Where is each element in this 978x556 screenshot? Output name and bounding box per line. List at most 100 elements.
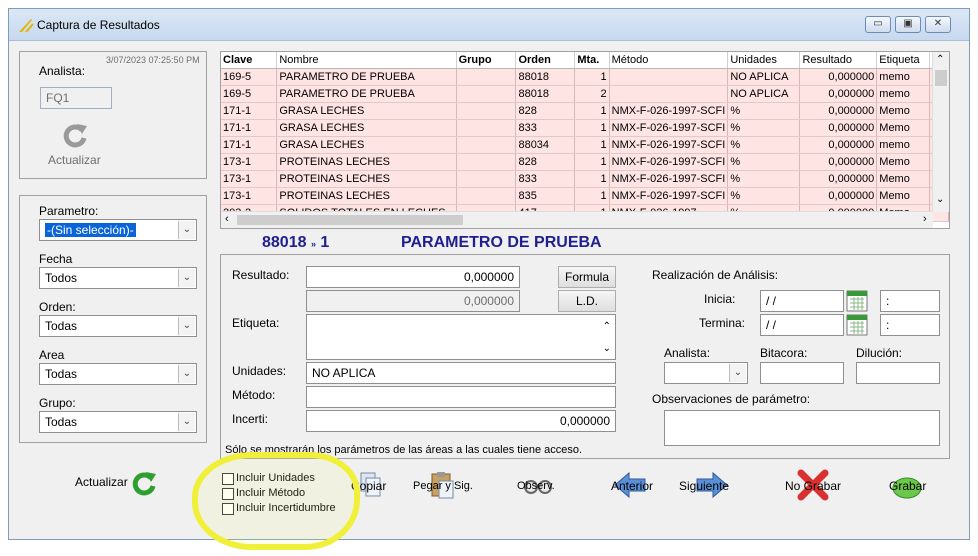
incluir-unidades-checkbox[interactable] [222,473,234,485]
scroll-left-icon[interactable]: ‹ [225,213,229,225]
column-header[interactable]: Clave [221,52,278,69]
table-cell[interactable]: % [727,170,801,188]
table-cell[interactable] [456,153,517,171]
table-cell[interactable]: 0,000000 [799,187,878,205]
table-cell[interactable]: 0,000000 [799,68,878,86]
maximize-icon[interactable]: ▣ [895,16,921,33]
table-cell[interactable]: PROTEINAS LECHES [276,153,457,171]
scroll-up-icon[interactable]: ⌃ [936,54,944,65]
metodo-field[interactable] [306,386,616,408]
termina-time-field[interactable]: : [880,314,940,336]
table-cell[interactable]: PROTEINAS LECHES [276,187,457,205]
orden-select[interactable]: Todas ⌄ [39,315,197,337]
table-row[interactable]: 171-1 GRASA LECHES 828 1 NMX-F-026-1997-SCFI… [221,102,949,120]
table-cell[interactable]: 173-1 [221,153,278,171]
refresh-icon[interactable] [129,468,159,498]
column-header[interactable]: Etiqueta [876,52,930,69]
table-cell[interactable]: Memo [876,153,930,171]
column-header[interactable]: Método [609,52,729,69]
table-cell[interactable]: 833 [515,170,576,188]
chevron-down-icon[interactable]: ⌄ [178,317,195,335]
table-cell[interactable]: % [727,119,801,137]
chevron-down-icon[interactable]: ⌄ [178,365,195,383]
table-cell[interactable]: 171-1 [221,102,278,120]
chevron-down-icon[interactable]: ⌄ [178,221,195,239]
incluir-incertidumbre-label[interactable]: Incluir Incertidumbre [236,502,336,514]
incluir-unidades-label[interactable]: Incluir Unidades [236,472,315,484]
table-cell[interactable]: memo [876,136,930,154]
table-cell[interactable]: 1 [574,187,610,205]
table-cell[interactable]: 0,000000 [799,170,878,188]
table-cell[interactable]: NO APLICA [727,85,801,103]
table-cell[interactable]: NO APLICA [727,68,801,86]
table-cell[interactable]: 0,000000 [799,153,878,171]
table-row[interactable]: 171-1 GRASA LECHES 833 1 NMX-F-026-1997-SCFI… [221,119,949,137]
table-cell[interactable]: 2 [574,85,610,103]
title-bar[interactable]: Captura de Resultados ▭ ▣ ✕ [9,9,969,41]
fecha-select[interactable]: Todos ⌄ [39,267,197,289]
scroll-right-icon[interactable]: › [923,213,927,225]
table-cell[interactable] [456,85,517,103]
inicia-date-field[interactable]: / / [760,290,844,312]
chevron-down-icon[interactable]: ⌄ [178,413,195,431]
column-header[interactable]: Mta. [574,52,610,69]
table-cell[interactable] [456,187,517,205]
analista-detail-select[interactable]: ⌄ [664,362,748,384]
table-cell[interactable]: GRASA LECHES [276,119,457,137]
table-cell[interactable]: 171-1 [221,119,278,137]
table-cell[interactable] [456,102,517,120]
incerti-field[interactable]: 0,000000 [306,410,616,432]
table-row[interactable]: 173-1 PROTEINAS LECHES 828 1 NMX-F-026-1997-… [221,153,949,171]
table-cell[interactable]: GRASA LECHES [276,136,457,154]
table-cell[interactable] [456,170,517,188]
table-cell[interactable]: NMX-F-026-1997-SCFI [609,153,729,171]
table-cell[interactable]: Memo [876,187,930,205]
table-cell[interactable]: 0,000000 [799,85,878,103]
table-cell[interactable]: memo [876,85,930,103]
table-cell[interactable]: 833 [515,119,576,137]
table-cell[interactable]: 1 [574,119,610,137]
actualizar-bottom-label[interactable]: Actualizar [75,475,128,489]
grabar-button[interactable]: Grabar [889,477,926,499]
area-select[interactable]: Todas ⌄ [39,363,197,385]
horizontal-scrollbar[interactable]: ‹ › [221,211,933,228]
table-cell[interactable]: PARAMETRO DE PRUEBA [276,85,457,103]
table-cell[interactable]: 1 [574,102,610,120]
actualizar-top-label[interactable]: Actualizar [48,153,101,167]
table-cell[interactable]: % [727,136,801,154]
resultado-ld-field[interactable]: 0,000000 [306,290,520,312]
calendar-icon[interactable] [846,290,868,312]
scroll-thumb[interactable] [935,70,947,86]
chevron-down-icon[interactable]: ⌄ [729,364,746,382]
table-cell[interactable]: NMX-F-026-1997-SCFI [609,119,729,137]
anterior-button[interactable]: Anterior [611,471,653,499]
table-cell[interactable]: Memo [876,102,930,120]
termina-date-field[interactable]: / / [760,314,844,336]
table-row[interactable]: 171-1 GRASA LECHES 88034 1 NMX-F-026-1997-SC… [221,136,949,154]
table-cell[interactable] [456,119,517,137]
formula-button[interactable]: Formula [558,266,616,288]
table-cell[interactable]: 169-5 [221,85,278,103]
table-cell[interactable]: 828 [515,102,576,120]
ld-button[interactable]: L.D. [558,290,616,312]
column-header[interactable]: Resultado [799,52,878,69]
chevron-down-icon[interactable]: ⌄ [178,269,195,287]
vertical-scrollbar[interactable]: ⌃ ⌄ [932,52,949,212]
column-header[interactable]: Orden [515,52,576,69]
results-grid[interactable]: Clave Nombre Grupo Orden Mta. Método Uni… [220,51,950,229]
table-cell[interactable]: 828 [515,153,576,171]
hscroll-thumb[interactable] [237,215,463,225]
table-cell[interactable]: 173-1 [221,187,278,205]
close-icon[interactable]: ✕ [925,16,951,33]
parametro-select[interactable]: -(Sin selección)- ⌄ [39,219,197,241]
grupo-select[interactable]: Todas ⌄ [39,411,197,433]
incluir-metodo-checkbox[interactable] [222,488,234,500]
table-cell[interactable] [456,68,517,86]
table-cell[interactable]: PROTEINAS LECHES [276,170,457,188]
table-cell[interactable]: 0,000000 [799,136,878,154]
table-cell[interactable]: GRASA LECHES [276,102,457,120]
column-header[interactable]: Grupo [456,52,517,69]
table-cell[interactable]: Memo [876,119,930,137]
table-cell[interactable] [456,136,517,154]
table-cell[interactable]: NMX-F-026-1997-SCFI [609,102,729,120]
